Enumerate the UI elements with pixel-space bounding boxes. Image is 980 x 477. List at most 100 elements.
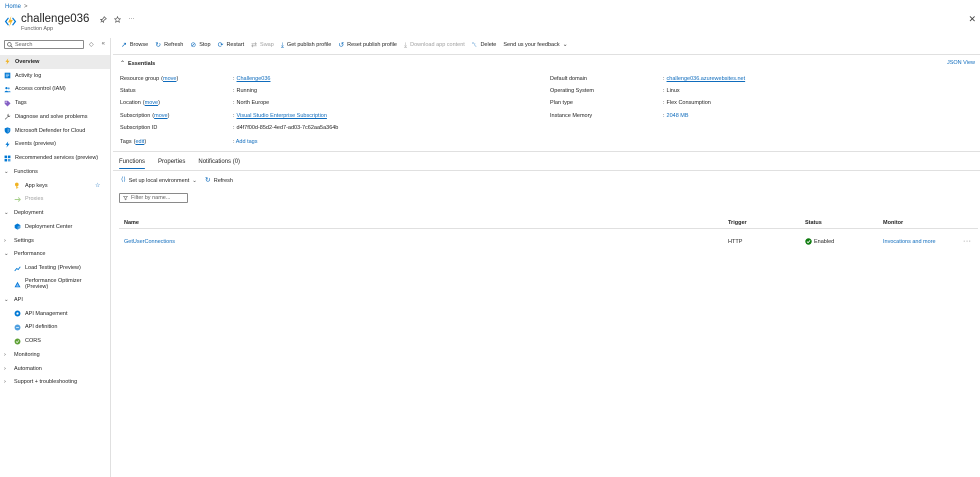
divider xyxy=(113,170,980,171)
sidebar-item-microsoft-defender-for-cloud[interactable]: Microsoft Defender for Cloud xyxy=(0,124,110,138)
swap-button[interactable]: ⇄ Swap xyxy=(251,42,274,49)
download-app-content-button[interactable]: ⤓ Download app content xyxy=(404,42,465,49)
tab-functions[interactable]: Functions xyxy=(119,156,146,169)
essentials-value: Linux xyxy=(666,88,680,95)
page-subtitle: Function App xyxy=(21,26,54,32)
more-options-icon[interactable]: ··· xyxy=(128,16,134,23)
invocations-link[interactable]: Invocations and more xyxy=(883,234,936,249)
proxy-icon xyxy=(14,196,21,202)
sidebar-item-deployment-center[interactable]: Deployment Center xyxy=(0,220,110,234)
chevron-down-icon: ⌄ xyxy=(4,296,9,303)
sidebar-item-label: Monitoring xyxy=(14,351,40,358)
essentials-label: Plan type xyxy=(550,100,573,107)
essentials-value[interactable]: 2048 MB xyxy=(667,113,689,119)
sidebar-search-input[interactable] xyxy=(15,41,83,48)
get-publish-profile-button[interactable]: ⤓ Get publish profile xyxy=(281,42,331,49)
sidebar-item-load-testing-preview[interactable]: Load Testing (Preview) xyxy=(0,261,110,275)
sidebar-item-settings[interactable]: › Settings xyxy=(0,234,110,248)
sidebar-item-proxies[interactable]: Proxies xyxy=(0,193,110,207)
sidebar-item-support-troubleshooting[interactable]: › Support + troubleshooting xyxy=(0,376,110,390)
optimizer-icon xyxy=(14,281,21,287)
essentials-value[interactable]: Challenge036 xyxy=(237,76,271,82)
essentials-value[interactable]: challenge036.azurewebsites.net xyxy=(667,76,746,82)
expand-collapse-icon[interactable]: ◇ xyxy=(89,41,94,48)
tab-properties[interactable]: Properties xyxy=(158,156,185,167)
sidebar-item-recommended-services-preview[interactable]: Recommended services (preview) xyxy=(0,151,110,165)
api-definition-icon xyxy=(14,324,21,331)
filter-by-name-input[interactable] xyxy=(131,195,187,201)
sidebar-item-access-control-iam[interactable]: Access control (IAM) xyxy=(0,83,110,97)
refresh-button[interactable]: ↻ Refresh xyxy=(155,42,183,49)
key-icon xyxy=(14,182,19,189)
sidebar-item-api-management[interactable]: API Management xyxy=(0,307,110,321)
sidebar-item-diagnose-and-solve-problems[interactable]: Diagnose and solve problems xyxy=(0,110,110,124)
sidebar-item-performance-optimizer-preview[interactable]: Performance Optimizer (Preview) xyxy=(0,275,110,293)
json-view-link[interactable]: JSON View xyxy=(947,60,975,66)
essentials-value: Flex Consumption xyxy=(666,100,711,107)
star-icon[interactable] xyxy=(114,16,122,23)
essentials-label: Default domain xyxy=(550,76,587,83)
sidebar-item-api-definition[interactable]: API definition xyxy=(0,321,110,335)
essentials-value[interactable]: Visual Studio Enterprise Subscription xyxy=(237,113,327,119)
sidebar-item-label: Diagnose and solve problems xyxy=(15,113,88,120)
sidebar-item-overview[interactable]: Overview xyxy=(0,55,110,69)
search-icon xyxy=(7,41,13,48)
chevron-right-icon: › xyxy=(4,365,6,372)
breadcrumb-separator: > xyxy=(24,3,28,10)
browse-button[interactable]: ↗ Browse xyxy=(121,42,148,49)
sidebar-item-deployment[interactable]: ⌄ Deployment xyxy=(0,206,110,220)
sidebar-item-label: Access control (IAM) xyxy=(15,86,66,93)
essentials-label: Subscription xyxy=(120,112,151,119)
essentials-row: Default domain: challenge036.azurewebsite… xyxy=(550,76,746,83)
swap-icon: ⇄ xyxy=(251,41,258,49)
delete-button[interactable]: ␡ Delete xyxy=(472,42,497,49)
favorite-star-icon[interactable]: ☆ xyxy=(95,182,100,189)
sidebar-item-events-preview[interactable]: Events (preview) xyxy=(0,138,110,152)
essentials-toggle[interactable]: ⌃ Essentials xyxy=(120,60,155,68)
move-link[interactable]: move xyxy=(145,100,158,106)
row-more-icon[interactable]: ··· xyxy=(963,234,972,249)
breadcrumb-home[interactable]: Home xyxy=(5,4,21,10)
sidebar-item-functions[interactable]: ⌄ Functions xyxy=(0,165,110,179)
refresh-icon: ↻ xyxy=(155,41,162,49)
tab-notifications-0[interactable]: Notifications (0) xyxy=(198,156,240,167)
column-monitor[interactable]: Monitor xyxy=(883,217,903,228)
essentials-row: Subscription (move): Visual Studio Enterpr… xyxy=(120,112,327,119)
essentials-label: Instance Memory xyxy=(550,112,593,119)
function-name-link[interactable]: GetUserConnections xyxy=(124,234,175,249)
move-link[interactable]: move xyxy=(163,76,176,82)
stop-button[interactable]: ⊘ Stop xyxy=(190,42,210,49)
sidebar-item-api[interactable]: ⌄ API xyxy=(0,293,110,307)
essentials-value: Running xyxy=(236,88,258,95)
sidebar-item-app-keys[interactable]: App keys ☆ xyxy=(0,179,110,193)
collapse-sidebar-icon[interactable]: « xyxy=(102,41,105,48)
grid-icon xyxy=(4,155,11,162)
sidebar-item-label: Performance xyxy=(14,251,46,258)
command-bar: ↗ Browse ↻ Refresh ⊘ Stop ⟳ Restart ⇄ Swap ⤓ Get pu… xyxy=(121,40,568,50)
sidebar-item-tags[interactable]: Tags xyxy=(0,96,110,110)
sidebar-item-monitoring[interactable]: › Monitoring xyxy=(0,348,110,362)
restart-button[interactable]: ⟳ Restart xyxy=(218,42,245,49)
column-trigger[interactable]: Trigger xyxy=(728,217,747,228)
sidebar-item-activity-log[interactable]: Activity log xyxy=(0,69,110,83)
close-icon[interactable]: ✕ xyxy=(968,14,976,25)
setup-local-environment-button[interactable]: ⟨⟩ Set up local environment ⌄ xyxy=(121,177,197,184)
add-tags-link[interactable]: Add tags xyxy=(236,139,258,145)
essentials-row: Subscription ID: d4f7f00d-85d2-4ed7-ad03-… xyxy=(120,124,339,131)
essentials-right: Default domain: challenge036.azurewebsite… xyxy=(550,73,970,122)
move-link[interactable]: move xyxy=(154,113,167,119)
send-us-your-feedback-button[interactable]: Send us your feedback ⌄ xyxy=(503,42,567,49)
sidebar-item-cors[interactable]: CORS xyxy=(0,334,110,348)
functions-refresh-button[interactable]: ↻ Refresh xyxy=(205,177,233,184)
sidebar-item-automation[interactable]: › Automation xyxy=(0,362,110,376)
filter-icon xyxy=(123,196,128,201)
reset-publish-profile-button[interactable]: ↺ Reset publish profile xyxy=(338,42,397,49)
column-name[interactable]: Name xyxy=(124,217,139,228)
tags-edit-link[interactable]: edit xyxy=(135,139,144,145)
download-content-icon: ⤓ xyxy=(403,41,408,49)
column-status[interactable]: Status xyxy=(805,217,822,228)
pin-icon[interactable] xyxy=(100,16,108,23)
function-status: Enabled xyxy=(805,234,834,249)
sidebar-item-performance[interactable]: ⌄ Performance xyxy=(0,248,110,262)
toolbar-label: Stop xyxy=(199,42,211,48)
